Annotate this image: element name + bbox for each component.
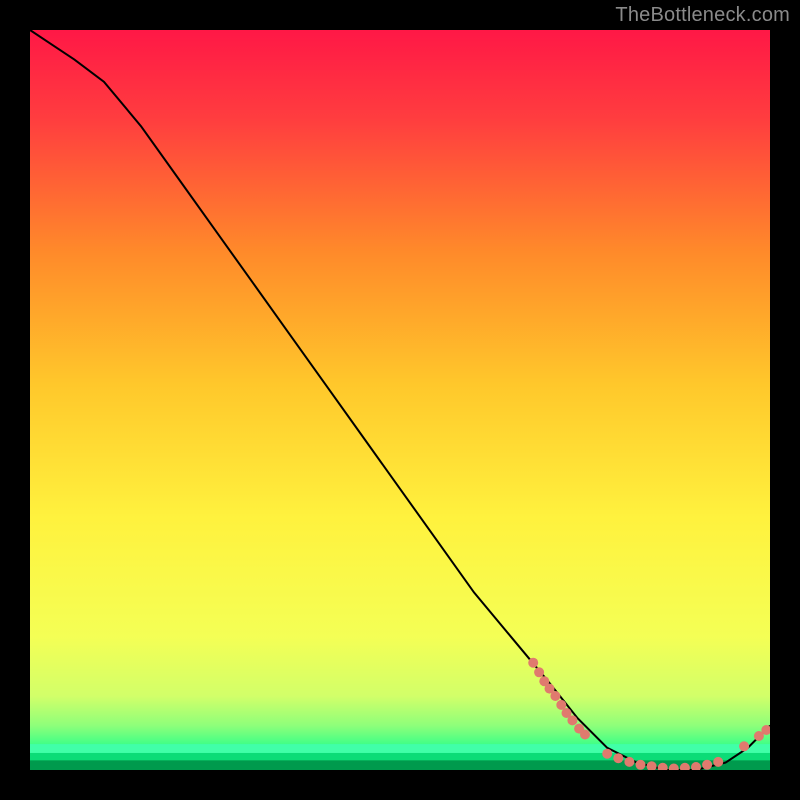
scatter-dot [534,667,544,677]
scatter-dot [624,757,634,767]
scatter-dot [739,741,749,751]
gradient-background [30,30,770,770]
scatter-dot [636,760,646,770]
scatter-dot [713,757,723,767]
scatter-dot [602,749,612,759]
scatter-dot [580,730,590,740]
scatter-dot [567,715,577,725]
plot-area [30,30,770,770]
chart-svg [30,30,770,770]
watermark-text: TheBottleneck.com [615,4,790,27]
scatter-dot [613,753,623,763]
scatter-dot [702,760,712,770]
chart-frame: TheBottleneck.com [0,0,800,800]
scatter-dot [550,691,560,701]
scatter-dot [528,658,538,668]
